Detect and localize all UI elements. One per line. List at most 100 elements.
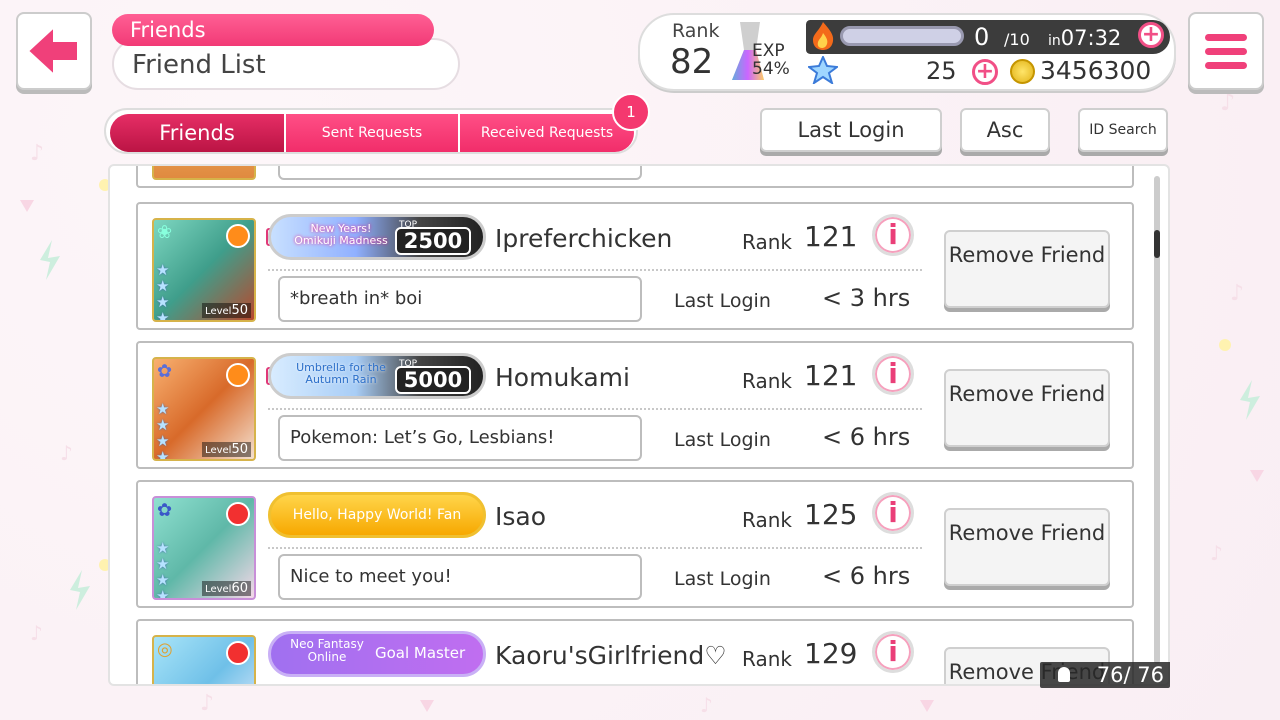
player-rank-label: Rank	[672, 20, 720, 42]
friend-list[interactable]: ❀ ★★★★ Level50 ♛ New Years! Omikuji Madn…	[108, 164, 1170, 686]
last-login-label: Last Login	[674, 568, 771, 590]
info-icon[interactable]: i	[872, 214, 914, 256]
star-gem-icon	[808, 56, 838, 84]
rose-icon: ✿	[157, 361, 173, 382]
leader-card[interactable]: ◎	[152, 635, 256, 684]
card-level: 50	[231, 442, 248, 457]
coin-icon	[1010, 59, 1035, 84]
leader-card[interactable]: ❀ ★ ★ ★ ★ Level50	[152, 218, 256, 322]
remove-friend-button[interactable]: Remove Friend	[944, 508, 1110, 586]
rarity-stars: ★ ★ ★ ★	[156, 261, 170, 322]
id-search-button[interactable]: ID Search	[1078, 108, 1168, 152]
rarity-stars: ★ ★ ★ ★	[156, 539, 170, 600]
event-title-badge: Umbrella for the Autumn Rain TOP 5000	[268, 353, 486, 399]
svg-text:♪: ♪	[1210, 541, 1223, 565]
list-item: ✿ ★ ★ ★ ★ Level60 Hello, Happy World! Fan I…	[136, 480, 1134, 608]
friend-comment: Nice to meet you!	[278, 554, 642, 600]
last-login-value: < 6 hrs	[822, 423, 911, 451]
back-arrow-icon	[26, 25, 79, 77]
friend-rank: 121	[804, 220, 858, 253]
friend-rank: 125	[804, 498, 858, 531]
received-requests-badge: 1	[612, 93, 650, 131]
stamina-gauge	[840, 26, 964, 46]
friend-name: Kaoru'sGirlfriend♡	[495, 641, 727, 670]
friend-rank: 129	[804, 637, 858, 670]
happy-attribute-icon	[226, 224, 250, 248]
svg-text:♪: ♪	[30, 621, 43, 645]
flame-icon	[813, 22, 834, 50]
friend-comment: *breath in* boi	[278, 276, 642, 322]
screen-category: Friends	[112, 14, 434, 46]
star-gem-count: 25	[926, 57, 957, 85]
list-item: ✿ ★★★★ Level50 ♛ Umbrella for the Autumn…	[136, 341, 1134, 469]
stamina-time: 07:32	[1060, 26, 1122, 50]
info-icon[interactable]: i	[872, 492, 914, 534]
svg-text:♪: ♪	[60, 441, 73, 465]
powerful-attribute-icon	[226, 641, 250, 665]
stamina-max: /10	[1004, 30, 1030, 49]
svg-text:♪: ♪	[1220, 88, 1235, 116]
stamina-value: 0	[974, 23, 990, 51]
sort-order-button[interactable]: Asc	[960, 108, 1050, 152]
rarity-stars: ★ ★ ★ ★	[156, 400, 170, 461]
svg-text:♪: ♪	[200, 691, 214, 716]
friend-tabs: Friends Sent Requests Received Requests	[104, 108, 638, 154]
last-login-value: < 6 hrs	[822, 562, 911, 590]
fan-title-badge: Hello, Happy World! Fan	[268, 492, 486, 538]
screen-title: Friends Friend List	[112, 14, 460, 90]
goal-master-title-badge: Neo Fantasy Online Goal Master	[268, 631, 486, 677]
stamina-recovery-timer: in07:32	[1048, 26, 1121, 50]
divider	[268, 547, 922, 549]
scrollbar-thumb[interactable]	[1154, 230, 1160, 258]
coin-count: 3456300	[1040, 56, 1152, 85]
exp-label: EXP	[752, 41, 785, 61]
friend-rank-label: Rank	[742, 647, 792, 671]
rose-icon: ✿	[157, 500, 173, 521]
card-level: 50	[231, 303, 248, 318]
svg-text:♪: ♪	[1230, 281, 1244, 306]
tab-friends[interactable]: Friends	[110, 114, 284, 152]
svg-text:♪: ♪	[30, 141, 44, 166]
player-rank: 82	[670, 42, 714, 82]
sort-last-login-button[interactable]: Last Login	[760, 108, 942, 152]
friend-comment: Pokemon: Let’s Go, Lesbians!	[278, 415, 642, 461]
tab-received-requests[interactable]: Received Requests	[460, 114, 634, 152]
powerful-attribute-icon	[226, 502, 250, 526]
add-stamina-button[interactable]: +	[1138, 22, 1164, 48]
friend-name: Isao	[495, 502, 547, 531]
card-level: 60	[231, 581, 248, 596]
list-item	[136, 166, 1134, 188]
hamburger-icon	[1205, 33, 1247, 41]
leader-card[interactable]: ✿ ★ ★ ★ ★ Level60	[152, 496, 256, 600]
tab-sent-requests[interactable]: Sent Requests	[286, 114, 458, 152]
list-item: ◎ Neo Fantasy Online Goal Master Kaoru's…	[136, 619, 1134, 684]
info-icon[interactable]: i	[872, 631, 914, 673]
remove-friend-button[interactable]: Remove Friend	[944, 230, 1110, 308]
happy-attribute-icon	[226, 363, 250, 387]
last-login-label: Last Login	[674, 290, 771, 312]
friend-rank-label: Rank	[742, 508, 792, 532]
person-icon	[1058, 667, 1070, 682]
friend-count: 76/ 76	[1040, 662, 1170, 688]
friend-name: Homukami	[495, 363, 630, 392]
last-login-label: Last Login	[674, 429, 771, 451]
list-item: ❀ ★★★★ Level50 ♛ New Years! Omikuji Madn…	[136, 202, 1134, 330]
friend-rank-label: Rank	[742, 230, 792, 254]
menu-button[interactable]	[1188, 12, 1264, 90]
stamina-in-label: in	[1048, 33, 1061, 49]
svg-text:♪: ♪	[700, 693, 713, 717]
event-title-badge: New Years! Omikuji Madness TOP 2500	[268, 214, 486, 260]
friend-rank: 121	[804, 359, 858, 392]
leader-card[interactable]: ✿ ★ ★ ★ ★ Level50	[152, 357, 256, 461]
remove-friend-button[interactable]: Remove Friend	[944, 369, 1110, 447]
info-icon[interactable]: i	[872, 353, 914, 395]
leader-card	[152, 166, 256, 180]
exp-percent: 54%	[752, 59, 790, 79]
friend-name: Ipreferchicken	[495, 224, 673, 253]
lantern-icon: ◎	[157, 639, 173, 660]
friend-rank-label: Rank	[742, 369, 792, 393]
add-star-gems-button[interactable]: +	[972, 59, 998, 85]
back-button[interactable]	[16, 12, 92, 90]
last-login-value: < 3 hrs	[822, 284, 911, 312]
divider	[268, 408, 922, 410]
